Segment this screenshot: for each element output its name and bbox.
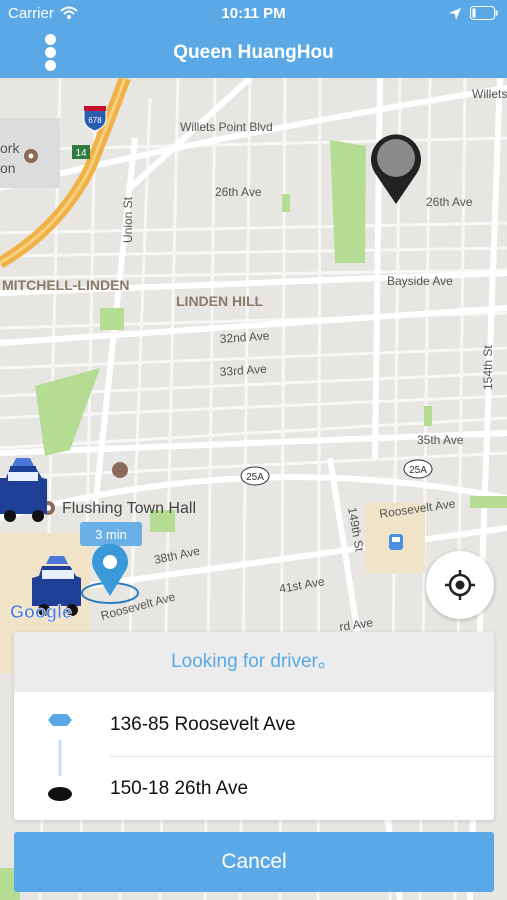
- eta-bubble: 3 min: [80, 522, 142, 546]
- dropoff-marker-icon: [48, 787, 72, 801]
- poi-label: on: [0, 160, 16, 176]
- divider: [110, 756, 494, 757]
- svg-text:25A: 25A: [246, 472, 264, 483]
- pickup-address[interactable]: 136-85 Roosevelt Ave: [110, 714, 296, 736]
- status-bar: Carrier 10:11 PM: [0, 0, 507, 28]
- ride-status-card: Looking for driver。 136-85 Roosevelt Ave…: [14, 632, 494, 820]
- route-25a-shield: 25A: [240, 466, 270, 486]
- dropoff-address[interactable]: 150-18 26th Ave: [110, 778, 248, 800]
- crosshair-icon: [445, 570, 475, 600]
- poi-flushing-town-hall[interactable]: Flushing Town Hall: [41, 500, 196, 517]
- svg-text:678: 678: [88, 116, 102, 125]
- page-title: Queen HuangHou: [173, 42, 334, 63]
- interstate-678-shield: 678: [83, 106, 107, 132]
- neighborhood-label: MITCHELL-LINDEN: [2, 277, 130, 293]
- battery-icon: [470, 6, 498, 20]
- svg-text:3 min: 3 min: [95, 527, 127, 542]
- street-label: Willets: [472, 87, 507, 101]
- svg-text:25A: 25A: [409, 465, 427, 476]
- ride-status: Looking for driver。: [14, 632, 494, 692]
- clock: 10:11 PM: [221, 5, 286, 22]
- poi-icon: [112, 462, 128, 478]
- street-label: 26th Ave: [215, 185, 262, 199]
- cancel-button[interactable]: Cancel: [14, 832, 494, 892]
- street-label: 35th Ave: [417, 433, 464, 447]
- pickup-marker-icon: [48, 714, 72, 726]
- svg-text:Google: Google: [10, 602, 72, 622]
- poi-label: Flushing Town Hall: [62, 500, 196, 517]
- street-label: Willets Point Blvd: [180, 120, 273, 134]
- nav-bar: Queen HuangHou: [0, 28, 507, 78]
- poi-label: ork: [0, 140, 20, 156]
- street-label: 154th St: [481, 345, 495, 390]
- street-label: Bayside Ave: [387, 274, 453, 288]
- my-location-button[interactable]: [426, 551, 494, 619]
- route-25a-shield: 25A: [403, 459, 433, 479]
- svg-text:14: 14: [75, 148, 87, 159]
- bus-stop-icon: [389, 534, 403, 550]
- poi-icon-center: [28, 153, 34, 159]
- street-label: Union St: [121, 196, 135, 243]
- street-label: 26th Ave: [426, 195, 473, 209]
- route-connector: [48, 714, 72, 801]
- google-logo: Google: [10, 602, 73, 623]
- route-14-shield: 14: [72, 145, 90, 159]
- location-arrow-icon: [449, 8, 461, 20]
- neighborhood-label: LINDEN HILL: [176, 293, 264, 309]
